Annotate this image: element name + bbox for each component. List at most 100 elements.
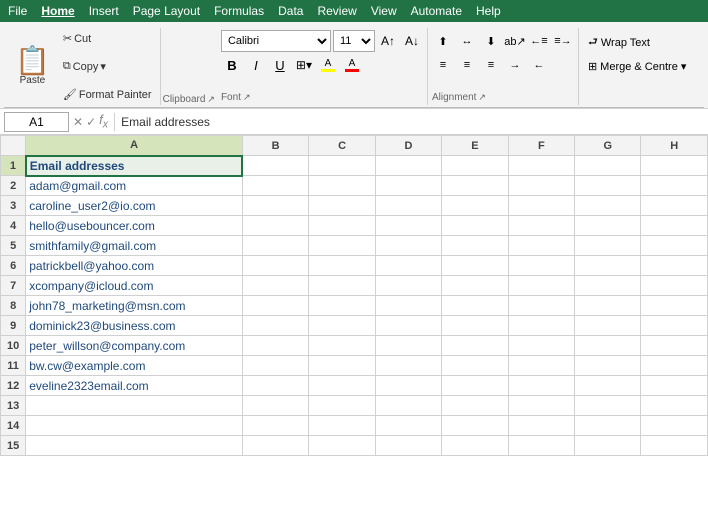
cell[interactable]: [508, 296, 574, 316]
cell[interactable]: john78_marketing@msn.com: [26, 296, 243, 316]
cell[interactable]: [242, 176, 308, 196]
wrap-text-button[interactable]: ⮐ Wrap Text: [583, 30, 695, 55]
col-header-h[interactable]: H: [641, 136, 708, 156]
rtl-button[interactable]: →: [504, 54, 526, 76]
row-header[interactable]: 5: [1, 236, 26, 256]
cell[interactable]: [442, 396, 508, 416]
cell[interactable]: [242, 196, 308, 216]
row-header[interactable]: 13: [1, 396, 26, 416]
cell[interactable]: [309, 216, 375, 236]
cell[interactable]: [375, 336, 441, 356]
cell[interactable]: xcompany@icloud.com: [26, 276, 243, 296]
cell[interactable]: patrickbell@yahoo.com: [26, 256, 243, 276]
cell[interactable]: [575, 436, 641, 456]
cell[interactable]: [508, 256, 574, 276]
cell[interactable]: [309, 276, 375, 296]
cell[interactable]: [309, 236, 375, 256]
cell[interactable]: [242, 236, 308, 256]
col-header-d[interactable]: D: [375, 136, 441, 156]
cell[interactable]: [309, 336, 375, 356]
cell[interactable]: [309, 296, 375, 316]
cell[interactable]: [442, 216, 508, 236]
cell[interactable]: [309, 176, 375, 196]
cell[interactable]: [641, 276, 708, 296]
cell[interactable]: [375, 256, 441, 276]
cell[interactable]: [442, 236, 508, 256]
cell[interactable]: [442, 436, 508, 456]
col-header-c[interactable]: C: [309, 136, 375, 156]
cell[interactable]: [309, 316, 375, 336]
align-right-button[interactable]: ≡: [480, 54, 502, 76]
align-bottom-button[interactable]: ⬇: [480, 30, 502, 52]
cell[interactable]: [375, 156, 441, 176]
cell[interactable]: [242, 416, 308, 436]
border-button[interactable]: ⊞▾: [293, 54, 315, 76]
insert-function-icon[interactable]: fx: [99, 112, 108, 131]
cell[interactable]: [309, 356, 375, 376]
col-header-a[interactable]: A: [26, 136, 243, 156]
cell[interactable]: [508, 236, 574, 256]
cell[interactable]: [242, 376, 308, 396]
cell[interactable]: [442, 276, 508, 296]
row-header[interactable]: 3: [1, 196, 26, 216]
cancel-formula-icon[interactable]: ✕: [73, 115, 83, 129]
cell[interactable]: [508, 396, 574, 416]
menu-insert[interactable]: Insert: [89, 4, 119, 18]
menu-file[interactable]: File: [8, 4, 27, 18]
cell[interactable]: [375, 236, 441, 256]
cell[interactable]: [442, 316, 508, 336]
indent-increase-button[interactable]: ≡→: [552, 30, 574, 52]
col-header-e[interactable]: E: [442, 136, 508, 156]
cell[interactable]: [641, 336, 708, 356]
font-expand-icon[interactable]: ↗: [243, 92, 251, 103]
cell[interactable]: [508, 316, 574, 336]
cell[interactable]: [442, 156, 508, 176]
cell[interactable]: [442, 336, 508, 356]
menu-data[interactable]: Data: [278, 4, 303, 18]
cell[interactable]: [641, 436, 708, 456]
menu-formulas[interactable]: Formulas: [214, 4, 264, 18]
row-header[interactable]: 2: [1, 176, 26, 196]
row-header[interactable]: 6: [1, 256, 26, 276]
menu-home[interactable]: Home: [41, 4, 74, 18]
italic-button[interactable]: I: [245, 54, 267, 76]
cut-button[interactable]: ✂ Cut: [59, 30, 156, 47]
cell[interactable]: [375, 436, 441, 456]
row-header[interactable]: 7: [1, 276, 26, 296]
row-header[interactable]: 9: [1, 316, 26, 336]
paste-button[interactable]: 📋 Paste: [8, 30, 57, 103]
cell[interactable]: [375, 176, 441, 196]
cell[interactable]: [242, 256, 308, 276]
cell[interactable]: [242, 316, 308, 336]
cell[interactable]: [242, 216, 308, 236]
cell[interactable]: [375, 196, 441, 216]
cell[interactable]: bw.cw@example.com: [26, 356, 243, 376]
cell[interactable]: [375, 376, 441, 396]
corner-cell[interactable]: [1, 136, 26, 156]
row-header[interactable]: 15: [1, 436, 26, 456]
cell[interactable]: [575, 156, 641, 176]
font-name-select[interactable]: Calibri: [221, 30, 331, 52]
align-left-button[interactable]: ≡: [432, 54, 454, 76]
align-center-button[interactable]: ≡: [456, 54, 478, 76]
cell[interactable]: [575, 196, 641, 216]
cell[interactable]: [641, 176, 708, 196]
cell[interactable]: [442, 196, 508, 216]
cell[interactable]: [26, 436, 243, 456]
cell[interactable]: Email addresses: [26, 156, 243, 176]
col-header-f[interactable]: F: [508, 136, 574, 156]
cell[interactable]: [575, 336, 641, 356]
cell[interactable]: [575, 216, 641, 236]
indent-decrease-button[interactable]: ←≡: [528, 30, 550, 52]
cell[interactable]: [641, 356, 708, 376]
underline-button[interactable]: U: [269, 54, 291, 76]
col-header-g[interactable]: G: [575, 136, 641, 156]
cell[interactable]: [575, 416, 641, 436]
cell[interactable]: [442, 176, 508, 196]
cell[interactable]: [641, 256, 708, 276]
cell[interactable]: [375, 396, 441, 416]
font-size-select[interactable]: 11: [333, 30, 375, 52]
cell[interactable]: [641, 316, 708, 336]
cell[interactable]: [442, 296, 508, 316]
cell[interactable]: [375, 416, 441, 436]
